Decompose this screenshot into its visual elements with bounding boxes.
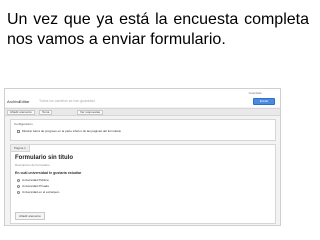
menu-edit[interactable]: Editar xyxy=(19,99,29,104)
option-label: Universidad en el extranjero xyxy=(22,190,60,194)
question-title[interactable]: En cuál universidad te gustaría estudiar xyxy=(15,171,81,175)
theme-button[interactable]: Tema xyxy=(39,110,53,115)
settings-header[interactable]: Configuración xyxy=(14,122,33,126)
slide-caption: Un vez que ya está la encuesta completa … xyxy=(7,11,309,48)
add-item-button[interactable]: Añadir elemento xyxy=(7,110,35,115)
radio-icon[interactable] xyxy=(17,190,20,194)
option-label: Universidad Privada xyxy=(22,184,49,188)
save-status: Guardado xyxy=(248,91,262,95)
see-responses-button[interactable]: Ver respuestas xyxy=(77,110,104,115)
option-row[interactable]: Universidad en el extranjero xyxy=(17,190,59,194)
settings-panel: Configuración Mostrar barra de progreso … xyxy=(10,119,276,141)
radio-icon[interactable] xyxy=(17,184,20,188)
autosave-hint: Todos los cambios se han guardado xyxy=(39,99,96,103)
form-panel: Página 1 Formulario sin título Descripci… xyxy=(10,144,276,224)
progress-bar-label: Mostrar barra de progreso en la parte in… xyxy=(22,129,122,133)
option-label: Universidad Pública xyxy=(22,178,49,182)
menu-bar: Archivo Editar Todos los cambios se han … xyxy=(5,97,280,107)
send-form-button[interactable]: Enviar formulario xyxy=(253,98,275,108)
checkbox-icon[interactable] xyxy=(17,129,20,133)
editor-toolbar: Añadir elemento Tema Ver respuestas xyxy=(5,108,280,116)
add-item-bottom-button[interactable]: Añadir elemento xyxy=(15,212,45,220)
option-row[interactable]: Universidad Pública xyxy=(17,178,49,182)
form-title[interactable]: Formulario sin título xyxy=(15,155,73,161)
form-description[interactable]: Descripción del formulario xyxy=(15,163,50,167)
page-tab[interactable]: Página 1 xyxy=(11,145,30,152)
status-strip: Guardado xyxy=(5,89,280,97)
forms-editor-screenshot: Guardado Archivo Editar Todos los cambio… xyxy=(4,88,281,226)
option-row[interactable]: Universidad Privada xyxy=(17,184,49,188)
progress-bar-option[interactable]: Mostrar barra de progreso en la parte in… xyxy=(17,129,121,133)
radio-icon[interactable] xyxy=(17,178,20,182)
